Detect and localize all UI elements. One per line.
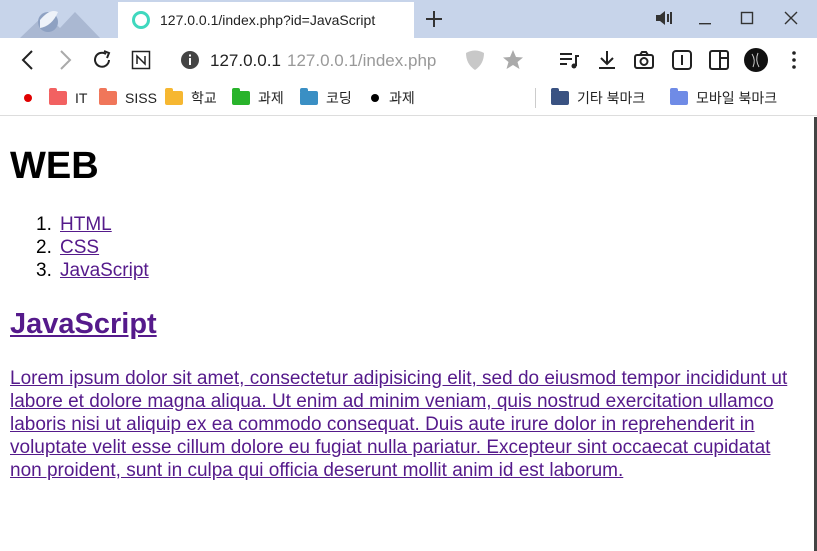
folder-icon: [99, 88, 117, 105]
profile-avatar[interactable]: [744, 48, 768, 72]
bookmark-label: 코딩: [326, 90, 352, 106]
navigation-toolbar: 127.0.0.1 127.0.0.1/index.php: [0, 38, 817, 82]
playlist-icon[interactable]: [557, 48, 581, 72]
tab-strip: 127.0.0.1/index.php?id=JavaScript: [0, 0, 817, 38]
folder-icon: [165, 88, 183, 105]
folder-icon: [300, 88, 318, 105]
bookmark-label: 기타 북마크: [577, 90, 646, 106]
media-control-icon[interactable]: [650, 6, 678, 30]
site-favicon-icon: [132, 11, 150, 29]
article-body-link[interactable]: Lorem ipsum dolor sit amet, consectetur …: [10, 367, 790, 482]
bookmark-star-icon[interactable]: [501, 48, 525, 72]
minimize-button[interactable]: [691, 6, 719, 30]
new-tab-button[interactable]: [424, 9, 444, 29]
forward-button[interactable]: [53, 48, 77, 72]
bookmark-item-assignment[interactable]: 과제: [371, 88, 415, 108]
black-dot-icon: [371, 94, 379, 102]
back-button[interactable]: [16, 48, 40, 72]
nav-link-html[interactable]: HTML: [60, 214, 112, 237]
page-content: WEB 1. HTML 2. CSS 3. JavaScript JavaScr…: [0, 117, 807, 551]
reload-button[interactable]: [90, 48, 114, 72]
bookmark-folder-assignment[interactable]: 과제: [232, 88, 284, 108]
list-number: 1.: [36, 214, 52, 235]
folder-icon: [232, 88, 250, 105]
active-tab[interactable]: 127.0.0.1/index.php?id=JavaScript: [118, 2, 414, 38]
page-heading: WEB: [10, 145, 99, 187]
bookmark-folder-other[interactable]: 기타 북마크: [551, 88, 645, 108]
list-item: 2. CSS: [36, 237, 149, 260]
shield-icon[interactable]: [463, 48, 487, 72]
bookmark-folder-it[interactable]: IT: [49, 88, 87, 108]
red-dot-icon: [24, 94, 32, 102]
url-host: 127.0.0.1: [210, 51, 281, 70]
bookmark-label: 학교: [191, 90, 217, 106]
close-button[interactable]: [777, 6, 805, 30]
bookmark-label: 과제: [389, 90, 415, 106]
folder-icon: [670, 88, 688, 105]
list-number: 2.: [36, 237, 52, 258]
bookmark-label: 모바일 북마크: [696, 90, 778, 106]
nav-link-css[interactable]: CSS: [60, 237, 99, 260]
maximize-button[interactable]: [733, 6, 761, 30]
nav-list: 1. HTML 2. CSS 3. JavaScript: [36, 214, 149, 283]
bookmark-folder-school[interactable]: 학교: [165, 88, 217, 108]
article-title-link[interactable]: JavaScript: [10, 308, 157, 341]
naver-home-icon[interactable]: [129, 48, 153, 72]
info-icon[interactable]: [180, 50, 200, 70]
sidebar-icon[interactable]: [707, 48, 731, 72]
folder-icon: [49, 88, 67, 105]
folder-icon: [551, 88, 569, 105]
tab-title: 127.0.0.1/index.php?id=JavaScript: [160, 12, 376, 28]
list-item: 3. JavaScript: [36, 260, 149, 283]
bookmark-folder-mobile[interactable]: 모바일 북마크: [670, 88, 777, 108]
nav-link-javascript[interactable]: JavaScript: [60, 260, 149, 283]
download-icon[interactable]: [595, 48, 619, 72]
bookmark-item[interactable]: [24, 88, 42, 108]
camera-icon[interactable]: [632, 48, 656, 72]
list-number: 3.: [36, 260, 52, 281]
bookmark-folder-coding[interactable]: 코딩: [300, 88, 352, 108]
bookmarks-bar: IT SISS 학교 과제 코딩 과제 기타 북마크 모바일 북마크: [0, 82, 817, 116]
bookmark-label: IT: [75, 90, 88, 106]
bookmark-label: SISS: [125, 90, 157, 106]
url-path: 127.0.0.1/index.php: [287, 51, 437, 70]
bookmark-folder-siss[interactable]: SISS: [99, 88, 157, 108]
reader-mode-icon[interactable]: [670, 48, 694, 72]
bookmark-label: 과제: [258, 90, 284, 106]
bookmarks-divider: [535, 88, 536, 108]
workspace-icon[interactable]: [0, 0, 118, 38]
menu-icon[interactable]: [782, 48, 806, 72]
list-item: 1. HTML: [36, 214, 149, 237]
